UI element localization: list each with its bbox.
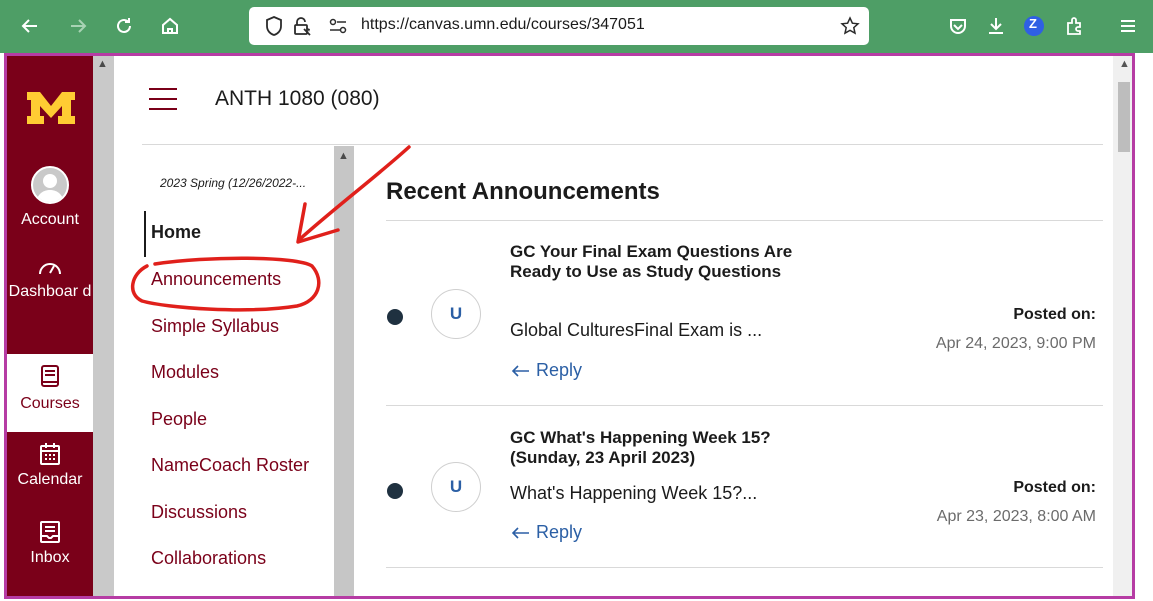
scrollbar-thumb[interactable] <box>1118 82 1130 152</box>
insecure-lock-icon[interactable] <box>291 15 313 37</box>
course-nav-home[interactable]: Home <box>151 222 201 243</box>
course-nav-modules[interactable]: Modules <box>151 362 219 383</box>
page-scrollbar[interactable]: ▲ <box>1113 56 1132 596</box>
posted-date: Apr 23, 2023, 8:00 AM <box>936 508 1096 525</box>
nav-calendar-label: Calendar <box>17 471 83 488</box>
scroll-up-arrow-icon[interactable]: ▲ <box>338 150 349 162</box>
dashboard-icon <box>39 263 61 275</box>
nav-account-label: Account <box>21 211 79 228</box>
nav-inbox[interactable]: Inbox <box>7 520 93 568</box>
breadcrumb[interactable]: ANTH 1080 (080) <box>215 87 380 111</box>
nav-calendar[interactable]: Calendar <box>7 442 93 490</box>
reply-label: Reply <box>536 360 583 380</box>
reply-arrow-icon <box>511 526 529 539</box>
reply-button[interactable]: Reply <box>510 360 582 381</box>
extensions-icon[interactable] <box>1056 8 1092 44</box>
reply-label: Reply <box>536 522 583 542</box>
nav-courses-label: Courses <box>20 395 80 412</box>
global-nav-scrollbar[interactable]: ▲ <box>93 56 114 596</box>
active-indicator <box>144 211 146 257</box>
posted-on-label: Posted on: <box>1013 479 1096 496</box>
page-title: Recent Announcements <box>386 178 660 205</box>
author-avatar: U <box>431 462 481 512</box>
permissions-icon[interactable] <box>327 15 349 37</box>
scroll-up-arrow-icon[interactable]: ▲ <box>1119 58 1130 70</box>
page-frame: Account Dashboar d Courses Calendar Inbo <box>4 53 1135 599</box>
scroll-up-arrow-icon[interactable]: ▲ <box>97 58 108 70</box>
annotation-arrowhead-icon <box>296 202 340 244</box>
reload-icon[interactable] <box>106 8 142 44</box>
nav-courses[interactable]: Courses <box>7 354 93 432</box>
home-icon[interactable] <box>152 8 188 44</box>
nav-account[interactable]: Account <box>7 166 93 230</box>
shield-icon[interactable] <box>263 15 285 37</box>
inbox-icon <box>40 521 60 543</box>
forward-arrow-icon[interactable] <box>60 8 96 44</box>
posted-date: Apr 24, 2023, 9:00 PM <box>935 335 1096 352</box>
menu-icon[interactable] <box>1110 8 1146 44</box>
courses-book-icon <box>41 365 59 387</box>
user-avatar-icon <box>31 166 69 204</box>
reply-arrow-icon <box>511 364 529 377</box>
author-avatar: U <box>431 289 481 339</box>
nav-dashboard[interactable]: Dashboar d <box>7 256 93 302</box>
course-nav-scrollbar[interactable]: ▲ <box>334 146 354 596</box>
announcement-title[interactable]: GC What's Happening Week 15? (Sunday, 23… <box>510 428 780 468</box>
global-nav: Account Dashboar d Courses Calendar Inbo <box>7 56 93 596</box>
unread-dot-icon <box>387 309 403 325</box>
reply-button[interactable]: Reply <box>510 522 582 543</box>
calendar-icon <box>40 443 60 465</box>
term-label: 2023 Spring (12/26/2022-... <box>160 176 307 190</box>
posted-on-label: Posted on: <box>1013 306 1096 323</box>
course-nav-namecoach-roster[interactable]: NameCoach Roster <box>151 455 309 476</box>
course-nav-simple-syllabus[interactable]: Simple Syllabus <box>151 316 279 337</box>
announcement-excerpt: Global CulturesFinal Exam is ... <box>510 320 763 340</box>
course-nav-collaborations[interactable]: Collaborations <box>151 548 266 569</box>
nav-inbox-label: Inbox <box>30 549 70 566</box>
announcement-divider <box>386 567 1103 568</box>
bookmark-star-icon[interactable] <box>839 15 861 37</box>
announcement-divider <box>386 405 1103 406</box>
nav-dashboard-label: Dashboar d <box>8 283 92 300</box>
url-text[interactable]: https://canvas.umn.edu/courses/347051 <box>361 16 645 34</box>
announcement-excerpt: What's Happening Week 15?... <box>510 483 758 503</box>
back-arrow-icon[interactable] <box>12 8 48 44</box>
course-nav-discussions[interactable]: Discussions <box>151 502 247 523</box>
course-nav-announcements[interactable]: Announcements <box>151 269 281 290</box>
pocket-icon[interactable] <box>940 8 976 44</box>
title-divider <box>386 220 1103 221</box>
profile-avatar-icon[interactable]: Z <box>1016 8 1052 44</box>
umn-logo[interactable] <box>25 86 77 128</box>
course-menu-toggle-button[interactable] <box>149 88 177 110</box>
profile-initial: Z <box>1029 16 1037 31</box>
address-bar[interactable]: https://canvas.umn.edu/courses/347051 <box>249 7 869 45</box>
unread-dot-icon <box>387 483 403 499</box>
browser-toolbar: https://canvas.umn.edu/courses/347051 Z <box>0 0 1153 53</box>
course-nav-people[interactable]: People <box>151 409 207 430</box>
download-icon[interactable] <box>978 8 1014 44</box>
header-divider <box>142 144 1103 145</box>
announcement-title[interactable]: GC Your Final Exam Questions Are Ready t… <box>510 242 800 282</box>
